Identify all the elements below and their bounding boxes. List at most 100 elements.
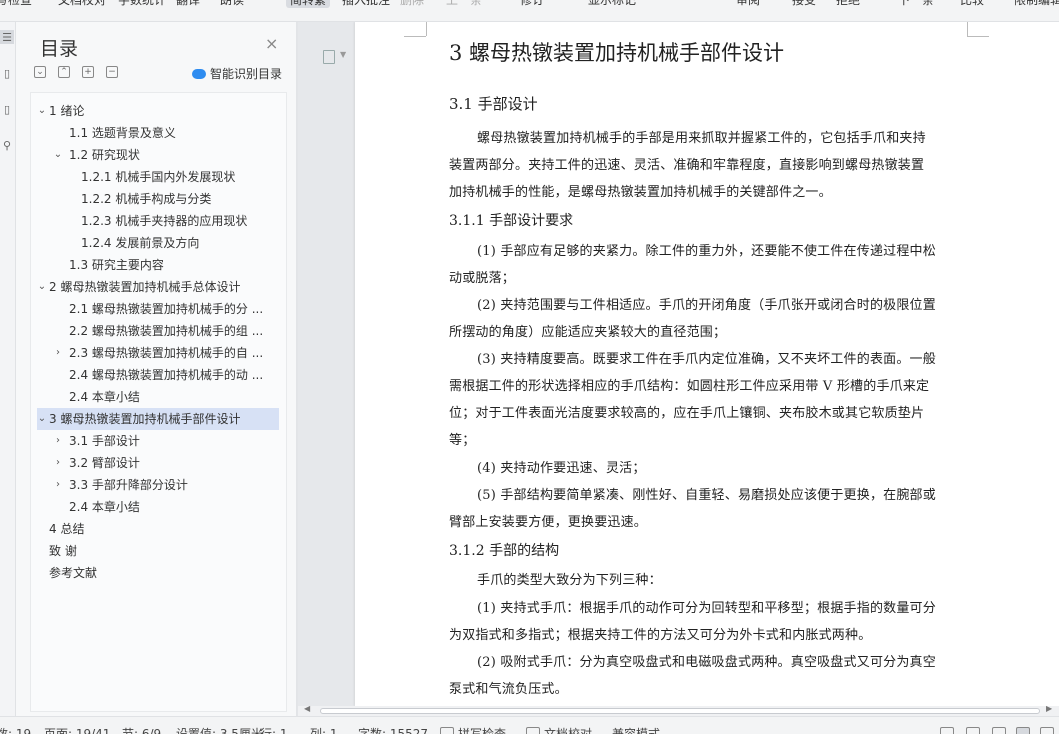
- toc-item[interactable]: 2.1 螺母热镦装置加持机械手的分 ...: [37, 298, 279, 320]
- toolbar-button[interactable]: 翻译: [176, 0, 200, 8]
- chapter-icon[interactable]: ▯: [0, 66, 14, 80]
- status-item[interactable]: 行: 1: [260, 725, 288, 734]
- view-outline-icon[interactable]: [992, 727, 1006, 734]
- subsection-heading: 3.1.1 手部设计要求: [449, 213, 574, 229]
- toolbar-button[interactable]: 下一条: [898, 0, 934, 8]
- chevron-down-icon[interactable]: ⌄: [53, 144, 63, 166]
- chevron-down-icon[interactable]: ⌄: [37, 100, 47, 122]
- toolbar-button[interactable]: 接受: [792, 0, 816, 8]
- toc-item-label: 3.3 手部升降部分设计: [69, 478, 188, 492]
- chevron-right-icon[interactable]: ›: [53, 474, 63, 496]
- status-bar: 行数: 19 页面: 19/41 节: 6/9 设置值: 3.5厘米行: 1 列: 1 字…: [0, 716, 1059, 734]
- document-page[interactable]: 3 螺母热镦装置加持机械手部件设计 3.1 手部设计 3.1.1 手部设计要求 …: [355, 22, 1059, 706]
- collapse-all-icon[interactable]: ⌄: [34, 66, 46, 78]
- toc-item-label: 2.4 本章小结: [69, 390, 140, 404]
- toolbar-button[interactable]: 限制编辑: [1014, 0, 1059, 8]
- chevron-down-icon[interactable]: ⌄: [37, 276, 47, 298]
- toc-item[interactable]: 1.3 研究主要内容: [37, 254, 279, 276]
- remove-heading-icon[interactable]: −: [106, 66, 118, 78]
- toc-item-label: 2.1 螺母热镦装置加持机械手的分 ...: [69, 302, 264, 316]
- toc-item[interactable]: ⌄ 3 螺母热镦装置加持机械手部件设计: [37, 408, 279, 430]
- status-item[interactable]: 节: 6/9: [122, 725, 161, 734]
- toc-item[interactable]: 致 谢: [37, 540, 279, 562]
- toc-item[interactable]: ⌄ 1.2 研究现状: [37, 144, 279, 166]
- toc-item-label: 1.2.3 机械手夹持器的应用现状: [81, 214, 248, 228]
- toc-item[interactable]: 2.2 螺母热镦装置加持机械手的组 ...: [37, 320, 279, 342]
- chevron-right-icon[interactable]: ›: [53, 430, 63, 452]
- toolbar-button[interactable]: 比较: [960, 0, 984, 8]
- toc-item[interactable]: 参考文献: [37, 562, 279, 584]
- status-item[interactable]: 列: 1: [310, 725, 338, 734]
- add-heading-icon[interactable]: +: [82, 66, 94, 78]
- toolbar-button[interactable]: 拒绝: [836, 0, 860, 8]
- toc-item[interactable]: 2.4 本章小结: [37, 496, 279, 518]
- scroll-thumb[interactable]: [320, 708, 1040, 714]
- toolbar-button[interactable]: 插入批注: [342, 0, 390, 8]
- paragraph-line: 螺母热镦装置加持机械手的手部是用来抓取并握紧工件的，它包括手爪和夹持: [477, 131, 926, 146]
- toolbar-button[interactable]: 上一条: [446, 0, 482, 8]
- ribbon-toolbar: 写检查 文档校对 字数统计 翻译 朗读 简转繁 插入批注 删除 上一条 修订 显示标记 审阅 接受 拒绝 下…: [0, 0, 1059, 22]
- toc-item-label: 3.1 手部设计: [69, 434, 140, 448]
- toc-title: 目录: [40, 38, 79, 60]
- status-item[interactable]: 行数: 19: [0, 725, 31, 734]
- bookmark-icon[interactable]: ▯: [0, 102, 14, 116]
- status-item[interactable]: 设置值: 3.5厘米: [176, 725, 263, 734]
- toc-item[interactable]: › 3.1 手部设计: [37, 430, 279, 452]
- status-item[interactable]: 文档校对: [544, 725, 592, 734]
- toc-item-label: 1.1 选题背景及意义: [69, 126, 176, 140]
- toc-panel: 目录 × ⌄ ⌃ + − 智能识别目录 ⌄ 1 绪论 1.1 选题背景及意义 ⌄ 1.2…: [16, 22, 297, 716]
- chevron-down-icon[interactable]: ⌄: [37, 408, 47, 430]
- left-tool-strip: ☰ ▯ ▯ ⚲: [0, 22, 16, 716]
- chevron-right-icon[interactable]: ›: [53, 342, 63, 364]
- toc-item[interactable]: 2.4 螺母热镦装置加持机械手的动 ...: [37, 364, 279, 386]
- scroll-right-icon[interactable]: ▶: [1046, 704, 1052, 713]
- close-icon[interactable]: ×: [265, 36, 278, 52]
- scroll-left-icon[interactable]: ◀: [304, 704, 310, 713]
- toc-item[interactable]: 1.2.3 机械手夹持器的应用现状: [37, 210, 279, 232]
- toc-item[interactable]: › 3.3 手部升降部分设计: [37, 474, 279, 496]
- smart-toc-button[interactable]: 智能识别目录: [192, 65, 282, 82]
- view-read-icon[interactable]: [940, 727, 954, 734]
- toolbar-button[interactable]: 字数统计: [118, 0, 166, 8]
- toolbar-button[interactable]: 显示标记: [588, 0, 636, 8]
- toc-item[interactable]: 1.2.2 机械手构成与分类: [37, 188, 279, 210]
- view-web-icon[interactable]: [1040, 727, 1054, 734]
- horizontal-scrollbar[interactable]: ◀ ▶: [298, 704, 1059, 716]
- view-print-icon[interactable]: [1016, 727, 1030, 734]
- toolbar-button[interactable]: 审阅: [736, 0, 760, 8]
- status-item[interactable]: 字数: 15527: [358, 725, 428, 734]
- status-item[interactable]: 页面: 19/41: [44, 725, 110, 734]
- toc-item[interactable]: ⌄ 2 螺母热镦装置加持机械手总体设计: [37, 276, 279, 298]
- toc-icon[interactable]: ☰: [0, 30, 14, 44]
- toolbar-button[interactable]: 文档校对: [58, 0, 106, 8]
- expand-up-icon[interactable]: ⌃: [58, 66, 70, 78]
- toc-item[interactable]: › 2.3 螺母热镦装置加持机械手的自 ...: [37, 342, 279, 364]
- toc-item[interactable]: ⌄ 1 绪论: [37, 100, 279, 122]
- toolbar-button[interactable]: 删除: [400, 0, 424, 8]
- view-page-icon[interactable]: [966, 727, 980, 734]
- page-icon[interactable]: [323, 50, 335, 64]
- spellcheck-icon[interactable]: [440, 727, 454, 734]
- toolbar-button[interactable]: 写检查: [0, 0, 32, 8]
- smart-toc-label: 智能识别目录: [210, 67, 283, 81]
- toc-item[interactable]: 4 总结: [37, 518, 279, 540]
- chevron-right-icon[interactable]: ›: [53, 452, 63, 474]
- cloud-icon: [192, 68, 206, 79]
- toc-item[interactable]: 1.2.1 机械手国内外发展现状: [37, 166, 279, 188]
- paragraph-line: (2) 夹持范围要与工件相适应。手爪的开闭角度（手爪张开或闭合时的极限位置: [477, 298, 936, 313]
- toolbar-button[interactable]: 简转繁: [286, 0, 331, 8]
- status-item[interactable]: 拼写检查: [458, 725, 506, 734]
- toc-item-label: 1 绪论: [49, 104, 85, 118]
- proofread-icon[interactable]: [526, 727, 540, 734]
- status-item[interactable]: 兼容模式: [612, 725, 660, 734]
- paragraph-line: (5) 手部结构要简单紧凑、刚性好、自重轻、易磨损处应该便于更换，在腕部或: [477, 488, 936, 503]
- toolbar-button[interactable]: 朗读: [220, 0, 244, 8]
- toc-item[interactable]: › 3.2 臂部设计: [37, 452, 279, 474]
- toc-item[interactable]: 2.4 本章小结: [37, 386, 279, 408]
- toc-item-label: 4 总结: [49, 522, 85, 536]
- toolbar-button[interactable]: 修订: [520, 0, 544, 8]
- toc-item[interactable]: 1.1 选题背景及意义: [37, 122, 279, 144]
- search-icon[interactable]: ⚲: [0, 138, 14, 152]
- caret-down-icon[interactable]: ▼: [340, 50, 346, 59]
- toc-item[interactable]: 1.2.4 发展前景及方向: [37, 232, 279, 254]
